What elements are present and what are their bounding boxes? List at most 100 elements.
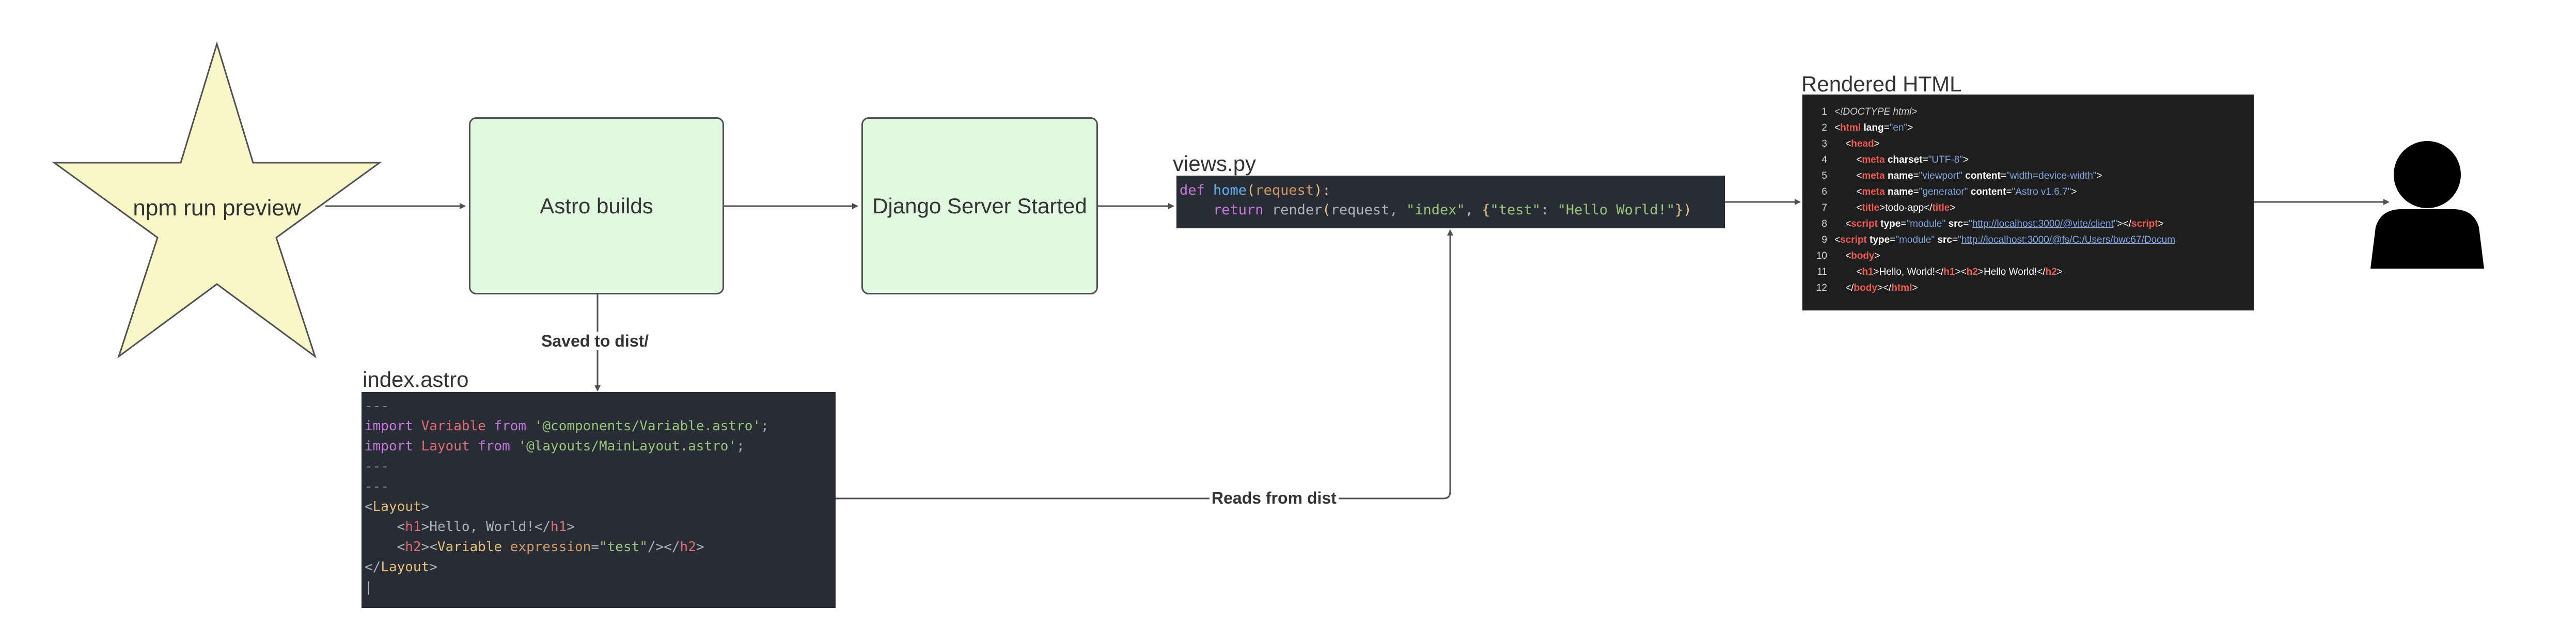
code-token: title [1932, 202, 1950, 213]
line-number: 10 [1816, 251, 1827, 261]
astro-builds-node: Astro builds [469, 117, 724, 294]
line-number: 8 [1821, 218, 1827, 229]
code-token: ></ [1877, 283, 1892, 293]
code-token: h2 [680, 539, 696, 555]
code-token: return [1180, 202, 1272, 218]
code-token: < [1834, 267, 1862, 277]
code-token: ; [736, 439, 745, 454]
code-token: Layout [372, 499, 421, 514]
code-line: 8 <script type="module" src="http://loca… [1804, 216, 2252, 232]
code-token: < [1834, 138, 1851, 149]
code-token: > [1963, 154, 1969, 165]
code-token: >Hello, World!</ [421, 519, 551, 535]
code-token: " [1958, 235, 1961, 245]
code-token: { [1482, 202, 1490, 218]
code-token: src [1937, 235, 1952, 245]
code-token: Variable [437, 539, 510, 555]
code-token: > [429, 559, 437, 575]
code-line: --- [365, 477, 833, 497]
code-token: > [2071, 186, 2077, 197]
code-token: ): [1314, 182, 1331, 198]
code-token: h2 [2045, 267, 2057, 277]
code-token: name [1887, 170, 1913, 181]
html-title: Rendered HTML [1801, 72, 1962, 96]
code-token: lang [1863, 122, 1884, 133]
code-token: --- [365, 398, 389, 414]
code-token: import [365, 418, 421, 434]
code-token: <!DOCTYPE html> [1834, 106, 1918, 117]
index-title: index.astro [363, 367, 469, 392]
code-token: > [1874, 251, 1880, 261]
code-token: >Hello, World!</ [1873, 267, 1944, 277]
code-line: 5 <meta name="viewport" content="width=d… [1804, 168, 2252, 184]
line-number: 12 [1816, 283, 1827, 293]
code-token: request, [1330, 202, 1406, 218]
code-token: charset [1887, 154, 1923, 165]
code-token: > [1907, 122, 1913, 133]
code-token: "generator" [1919, 186, 1971, 197]
code-line: 9 <script type="module" src="http://local… [1804, 232, 2252, 248]
code-token: < [1834, 170, 1862, 181]
code-token: h1 [1862, 267, 1874, 277]
html-code-panel: 1 <!DOCTYPE html> 2 <html lang="en"> 3 <head… [1802, 95, 2254, 310]
code-token: http://localhost:3000/@vite/client [1972, 218, 2114, 229]
code-token: Layout [421, 439, 478, 454]
code-line: <h2><Variable expression="test"/></h2> [365, 537, 833, 557]
code-token: from [478, 439, 519, 454]
code-token: = [1900, 218, 1907, 229]
code-line: 11 <h1>Hello, World!</h1><h2>Hello World… [1804, 264, 2252, 280]
reads-from-dist-label: Reads from dist [1210, 489, 1339, 507]
code-token: ( [1322, 202, 1331, 218]
code-token: > [1912, 283, 1918, 293]
code-line: return render(request, "index", {"test":… [1180, 200, 1722, 220]
code-token: /></ [647, 539, 680, 555]
code-token: = [2000, 170, 2006, 181]
code-token: Layout [381, 559, 430, 575]
code-line: --- [365, 457, 833, 477]
code-line: <Layout> [365, 497, 833, 517]
code-token: >todo-app</ [1879, 202, 1933, 213]
code-token: >< [421, 539, 437, 555]
code-line: def home(request): [1180, 181, 1722, 200]
code-token: = [1922, 154, 1928, 165]
code-line: 3 <head> [1804, 136, 2252, 152]
code-token: > [1874, 138, 1880, 149]
code-line: 7 <title>todo-app</title> [1804, 200, 2252, 216]
code-token: < [365, 499, 373, 514]
code-line: | [365, 577, 833, 598]
views-title: views.py [1173, 151, 1256, 176]
code-token: = [1913, 186, 1919, 197]
code-token: meta [1862, 170, 1888, 181]
code-token: body [1854, 283, 1877, 293]
code-token: > [421, 499, 430, 514]
code-token: body [1851, 251, 1875, 261]
code-token: ( [1247, 182, 1255, 198]
code-token: '@components/Variable.astro' [534, 418, 761, 434]
line-number: 1 [1821, 106, 1827, 117]
code-token: }) [1675, 202, 1692, 218]
code-token: " [2113, 218, 2117, 229]
code-token: meta [1862, 154, 1888, 165]
code-token: >< [1955, 267, 1967, 277]
line-number: 3 [1821, 138, 1827, 149]
code-token: </ [1834, 283, 1854, 293]
code-token: < [1834, 251, 1851, 261]
code-token: title [1862, 202, 1880, 213]
line-number: 2 [1821, 122, 1827, 133]
code-token: content [1965, 170, 2001, 181]
code-token: "test" [599, 539, 648, 555]
code-token: < [1834, 202, 1862, 213]
code-line: import Variable from '@components/Variab… [365, 416, 833, 436]
code-token: = [1913, 170, 1919, 181]
code-token: import [365, 439, 421, 454]
line-number: 6 [1821, 186, 1827, 197]
code-token: < [365, 539, 405, 555]
code-token: > [2096, 170, 2102, 181]
code-token: ></ [2117, 218, 2131, 229]
flow-diagram: npm run preview Astro builds Django Serv… [0, 0, 2576, 640]
line-number: 7 [1821, 202, 1827, 213]
code-token: > [567, 519, 575, 535]
code-token: "module" [1906, 218, 1949, 229]
code-token: --- [365, 479, 389, 494]
line-number: 4 [1821, 154, 1827, 165]
